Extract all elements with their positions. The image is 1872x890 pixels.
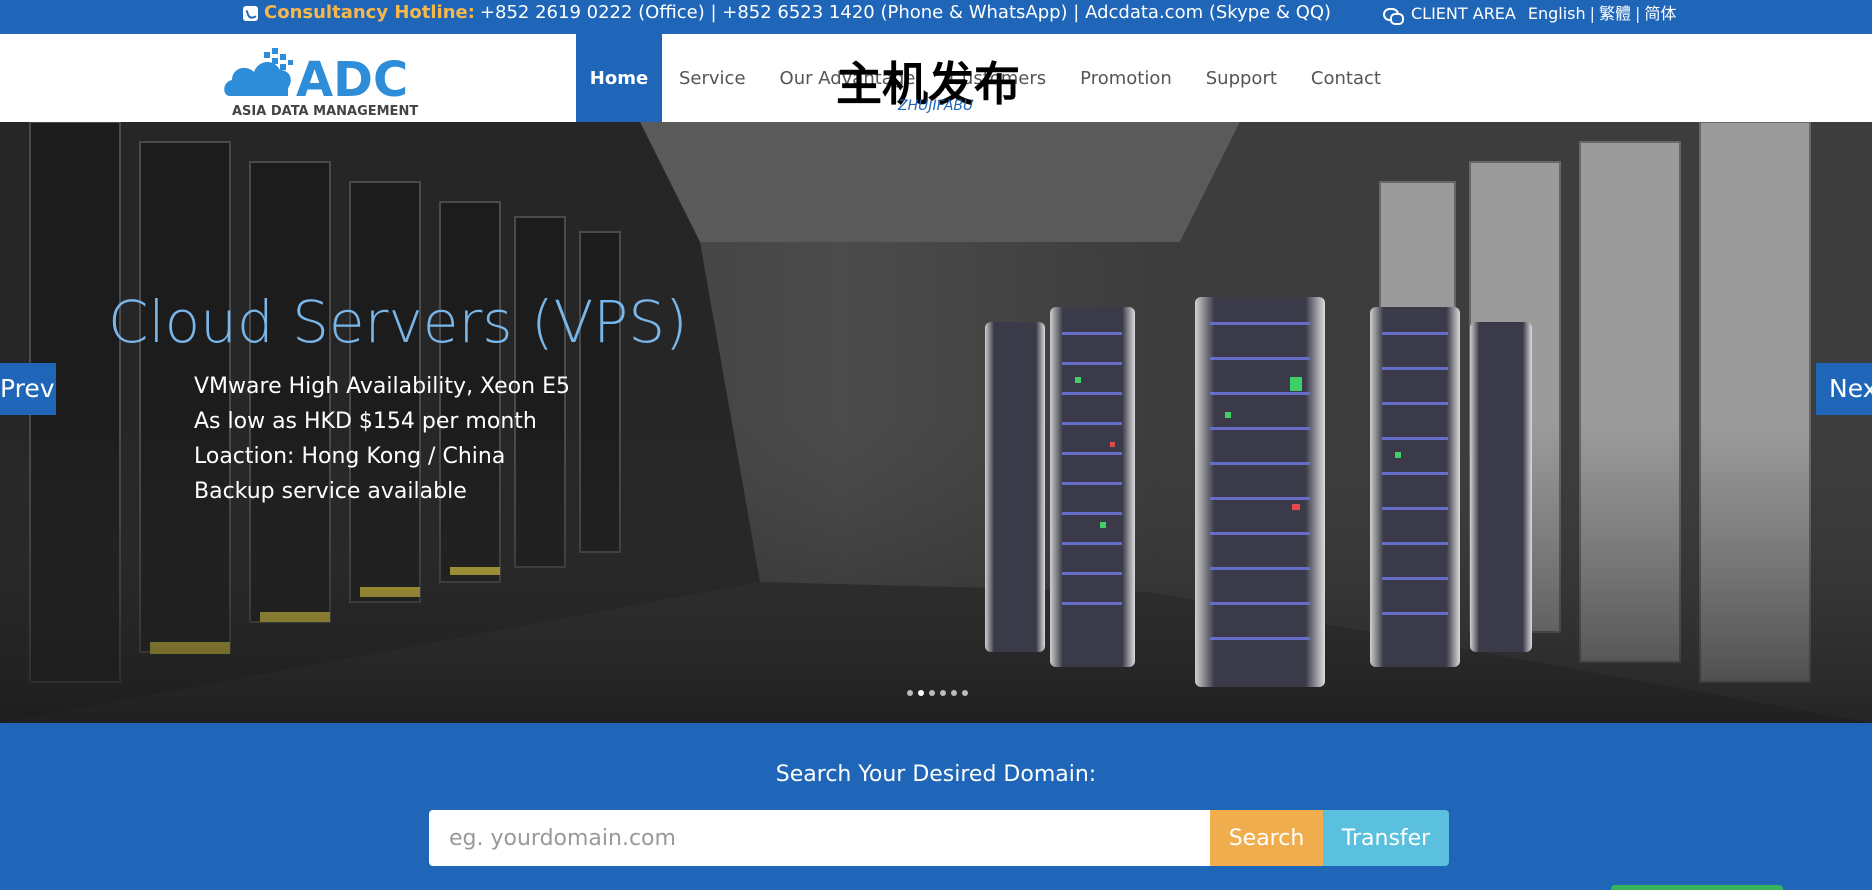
hotline-text: +852 2619 0222 (Office) | +852 6523 1420… xyxy=(479,2,1332,23)
hotline: Consultancy Hotline: +852 2619 0222 (Off… xyxy=(243,2,1331,24)
top-right-links: CLIENT AREA English | 繁體 | 简体 xyxy=(1383,4,1680,25)
nav-service[interactable]: Service xyxy=(662,34,763,122)
logo-subtitle: ASIA DATA MANAGEMENT xyxy=(232,104,418,119)
lang-separator: | xyxy=(1589,4,1596,23)
domain-search-button[interactable]: Search xyxy=(1210,810,1323,866)
chat-icon xyxy=(1383,7,1404,25)
page: Consultancy Hotline: +852 2619 0222 (Off… xyxy=(0,0,1872,890)
carousel-dot[interactable] xyxy=(907,690,913,696)
carousel-dot[interactable] xyxy=(951,690,957,696)
carousel-dot[interactable] xyxy=(940,690,946,696)
carousel-prev-button[interactable]: Prev xyxy=(0,363,56,415)
logo-text: ADC xyxy=(296,52,408,108)
main-nav: Home Service Our Advantage Customers Pro… xyxy=(576,34,1398,122)
hero-feature-line: As low as HKD $154 per month xyxy=(194,409,537,434)
top-bar: Consultancy Hotline: +852 2619 0222 (Off… xyxy=(0,0,1872,34)
domain-transfer-button[interactable]: Transfer xyxy=(1323,810,1449,866)
hero-feature-line: Loaction: Hong Kong / China xyxy=(194,444,506,469)
carousel-dot[interactable] xyxy=(929,690,935,696)
hero-carousel: Cloud Servers (VPS) VMware High Availabi… xyxy=(0,122,1872,723)
adc-logo[interactable]: ADC ASIA DATA MANAGEMENT xyxy=(222,44,442,119)
lang-english-link[interactable]: English xyxy=(1528,4,1586,24)
domain-search-title: Search Your Desired Domain: xyxy=(775,762,1097,787)
carousel-dot[interactable] xyxy=(962,690,968,696)
hero-feature-line: Backup service available xyxy=(194,479,467,504)
domain-search-form: Search Transfer xyxy=(429,810,1449,866)
hotline-label: Consultancy Hotline: xyxy=(264,2,475,23)
lang-separator: | xyxy=(1635,4,1641,23)
nav-contact[interactable]: Contact xyxy=(1294,34,1398,122)
lang-simplified-link[interactable]: 简体 xyxy=(1644,4,1676,24)
nav-our-advantage[interactable]: Our Advantage xyxy=(763,34,933,122)
server-racks-graphic xyxy=(985,297,1532,687)
header: ADC ASIA DATA MANAGEMENT Home Service Ou… xyxy=(0,34,1872,122)
nav-promotion[interactable]: Promotion xyxy=(1063,34,1189,122)
domain-search-section: Search Your Desired Domain: Search Trans… xyxy=(0,723,1872,890)
lang-traditional-link[interactable]: 繁體 xyxy=(1599,4,1631,24)
hero-title: Cloud Servers (VPS) xyxy=(108,288,688,356)
carousel-next-button[interactable]: Next xyxy=(1816,363,1872,415)
hero-feature-list: VMware High Availability, Xeon E5 As low… xyxy=(194,369,570,509)
phone-icon xyxy=(243,5,258,21)
chat-widget-tab[interactable] xyxy=(1611,885,1783,890)
nav-customers[interactable]: Customers xyxy=(932,34,1063,122)
carousel-indicators xyxy=(907,690,968,696)
carousel-dot[interactable] xyxy=(918,690,924,696)
hero-feature-line: VMware High Availability, Xeon E5 xyxy=(194,374,570,399)
domain-search-input[interactable] xyxy=(429,810,1210,866)
client-area-link[interactable]: CLIENT AREA xyxy=(1411,4,1516,24)
nav-support[interactable]: Support xyxy=(1189,34,1294,122)
nav-home[interactable]: Home xyxy=(576,34,662,122)
